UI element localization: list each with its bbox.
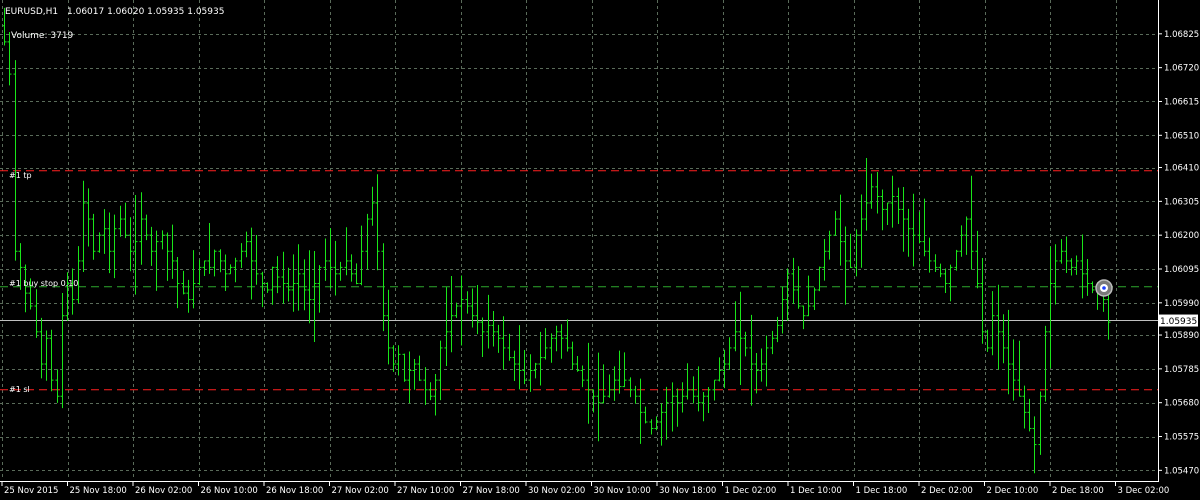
trade-level-icon-dot [1102, 286, 1106, 290]
price-tick-label: 1.05575 [1164, 433, 1199, 443]
time-tick-label: 27 Nov 10:00 [397, 486, 454, 496]
price-tick-label: 1.05680 [1164, 399, 1199, 409]
time-tick-label: 2 Dec 10:00 [987, 486, 1039, 496]
time-tick-label: 25 Nov 18:00 [70, 486, 127, 496]
price-chart[interactable]: EURUSD,H1 1.06017 1.06020 1.05935 1.0593… [0, 0, 1200, 500]
volume-label: Volume: 3719 [11, 31, 74, 41]
buy-stop-line-label: #1 buy stop 0.10 [9, 279, 78, 288]
price-tick-label: 1.06720 [1164, 64, 1199, 74]
time-tick-label: 26 Nov 18:00 [266, 486, 323, 496]
price-tick-label: 1.05990 [1164, 299, 1199, 309]
price-tick-label: 1.06615 [1164, 97, 1199, 107]
time-tick-label: 25 Nov 2015 [4, 486, 58, 496]
time-tick-label: 27 Nov 18:00 [463, 486, 520, 496]
current-price-tag: 1.05935 [1158, 314, 1198, 327]
time-tick-label: 26 Nov 10:00 [201, 486, 258, 496]
time-tick-label: 1 Dec 18:00 [856, 486, 908, 496]
ohlc-readout: 1.06017 1.06020 1.05935 1.05935 [67, 7, 224, 17]
time-tick-label: 30 Nov 18:00 [659, 486, 716, 496]
trade-level-icon[interactable] [1095, 279, 1113, 297]
chart-background [0, 0, 1200, 500]
time-tick-label: 1 Dec 02:00 [725, 486, 777, 496]
price-tick-label: 1.05470 [1164, 466, 1199, 476]
price-tick-label: 1.05890 [1164, 331, 1199, 341]
price-tick-label: 1.06825 [1164, 30, 1199, 40]
time-tick-label: 30 Nov 02:00 [528, 486, 585, 496]
price-tick-label: 1.06200 [1164, 231, 1199, 241]
time-tick-label: 1 Dec 10:00 [790, 486, 842, 496]
price-tick-label: 1.06510 [1164, 131, 1199, 141]
price-tick-label: 1.06095 [1164, 265, 1199, 275]
time-tick-label: 30 Nov 10:00 [594, 486, 651, 496]
price-tick-label: 1.05785 [1164, 365, 1199, 375]
tp-line-label: #1 tp [9, 171, 32, 180]
time-tick-label: 2 Dec 18:00 [1052, 486, 1104, 496]
symbol-timeframe-label: EURUSD,H1 [5, 7, 58, 17]
time-tick-label: 26 Nov 02:00 [135, 486, 192, 496]
sl-line-label: #1 sl [9, 385, 30, 394]
time-tick-label: 27 Nov 02:00 [332, 486, 389, 496]
price-tick-label: 1.06305 [1164, 197, 1199, 207]
time-tick-label: 2 Dec 02:00 [921, 486, 973, 496]
current-price-value: 1.05935 [1160, 317, 1197, 327]
price-tick-label: 1.06410 [1164, 164, 1199, 174]
time-tick-label: 3 Dec 02:00 [1118, 486, 1170, 496]
